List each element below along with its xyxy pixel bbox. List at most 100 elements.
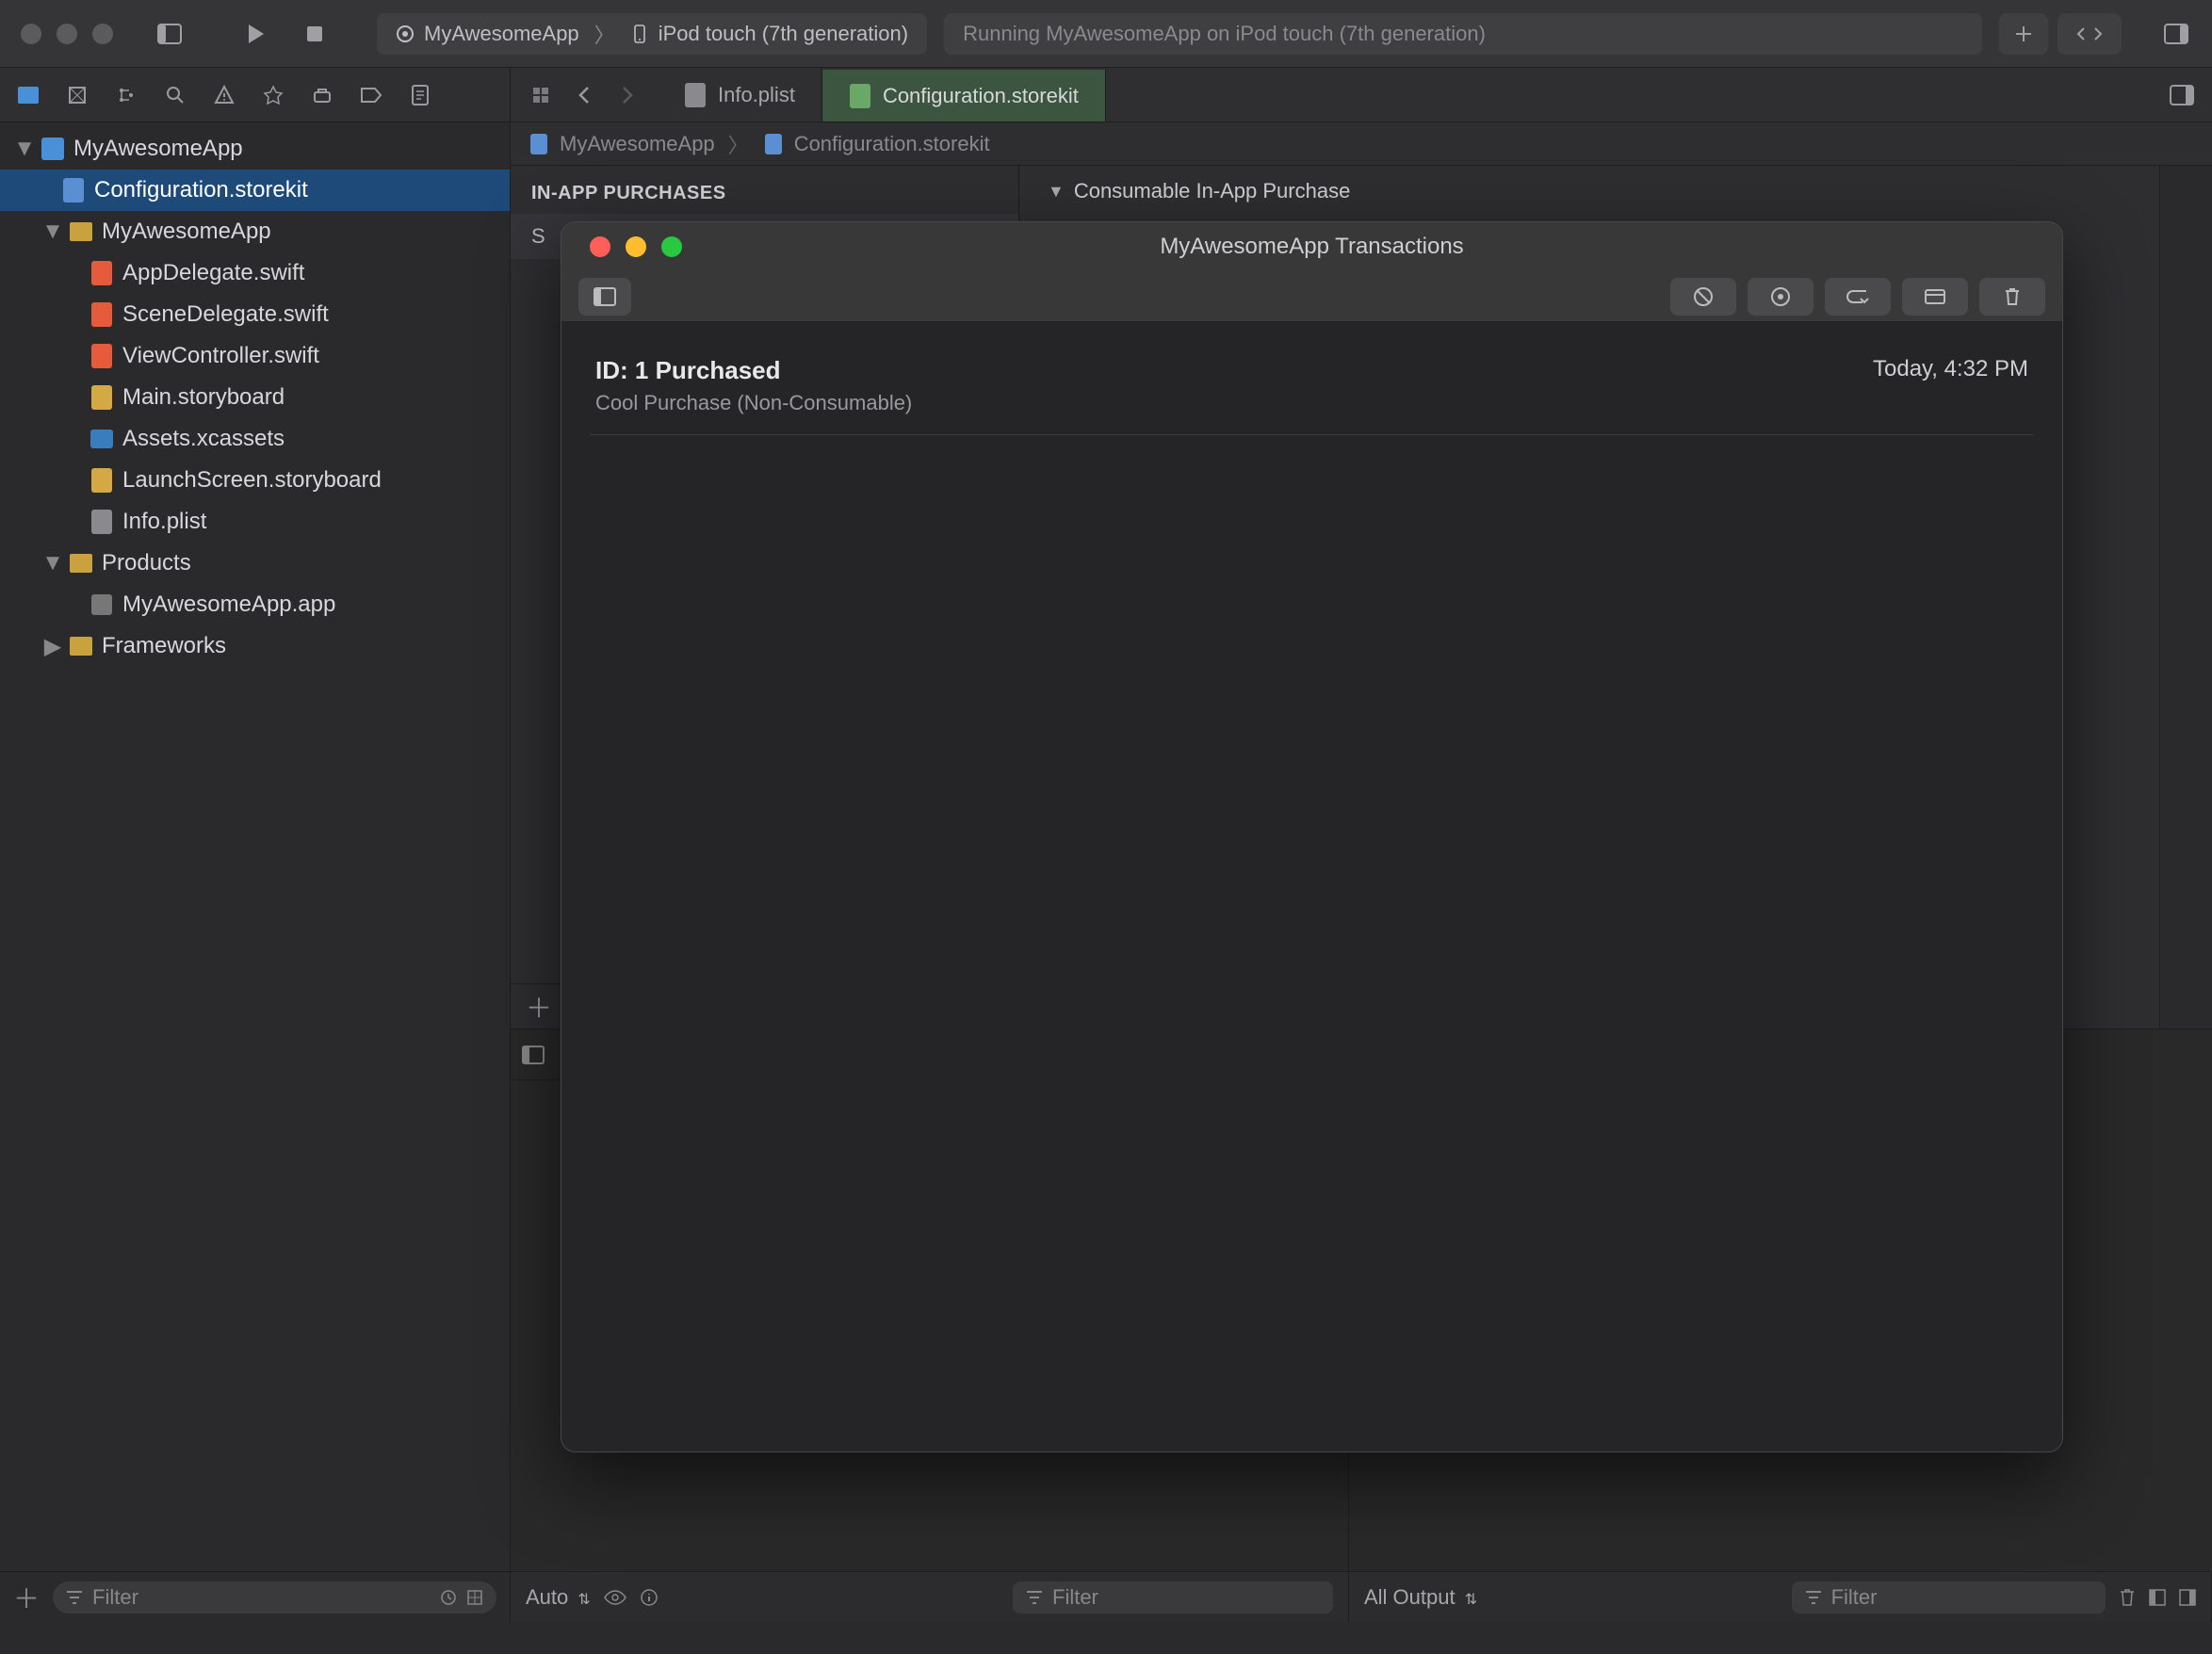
add-file-button[interactable]: ＋ — [13, 1579, 40, 1616]
folder-myawesomeapp[interactable]: ▼ MyAwesomeApp — [0, 211, 510, 252]
chevron-right-icon: 〉 — [594, 19, 615, 49]
app-target-icon — [396, 24, 415, 43]
file-item-main-storyboard[interactable]: Main.storyboard — [0, 377, 510, 418]
file-item-app-product[interactable]: MyAwesomeApp.app — [0, 584, 510, 625]
modal-close-button[interactable] — [590, 236, 610, 257]
run-button[interactable] — [232, 13, 281, 55]
scm-filter-icon[interactable] — [466, 1589, 483, 1606]
stop-button[interactable] — [290, 13, 339, 55]
file-item-configuration-storekit[interactable]: Configuration.storekit — [0, 170, 510, 211]
refund-transaction-button[interactable] — [1825, 278, 1891, 316]
console-filter-input[interactable]: Filter — [1792, 1581, 2106, 1613]
resolve-issue-button[interactable] — [1902, 278, 1968, 316]
filter-icon — [66, 1591, 83, 1604]
tab-info-plist[interactable]: Info.plist — [658, 68, 822, 122]
disclosure-triangle-icon[interactable]: ▼ — [1048, 182, 1065, 202]
file-item-launchscreen[interactable]: LaunchScreen.storyboard — [0, 460, 510, 501]
code-review-button[interactable] — [2057, 13, 2122, 55]
chevron-updown-icon: ⇅ — [577, 1592, 590, 1608]
forward-button[interactable] — [609, 76, 646, 114]
visibility-icon[interactable] — [604, 1590, 626, 1605]
source-control-navigator-icon[interactable] — [57, 74, 98, 116]
variables-filter-input[interactable]: Filter — [1013, 1581, 1333, 1613]
adjust-editor-options-button[interactable] — [2163, 76, 2201, 114]
storekit-file-icon — [765, 134, 782, 154]
jump-bar-seg-2[interactable]: Configuration.storekit — [794, 132, 990, 156]
project-navigator-tree: ▼ MyAwesomeApp Configuration.storekit ▼ … — [0, 122, 510, 1571]
clock-icon[interactable] — [440, 1589, 457, 1606]
file-item-assets[interactable]: Assets.xcassets — [0, 418, 510, 460]
add-editor-button[interactable] — [1999, 13, 2048, 55]
modal-title: MyAwesomeApp Transactions — [1160, 234, 1463, 260]
jump-bar-seg-1[interactable]: MyAwesomeApp — [560, 132, 715, 156]
back-button[interactable] — [565, 76, 603, 114]
chevron-right-icon: 〉 — [728, 129, 749, 159]
main-toolbar: MyAwesomeApp 〉 iPod touch (7th generatio… — [0, 0, 2212, 68]
related-items-button[interactable] — [522, 76, 560, 114]
folder-frameworks[interactable]: ▶ Frameworks — [0, 625, 510, 667]
file-item-appdelegate[interactable]: AppDelegate.swift — [0, 252, 510, 294]
close-window-button[interactable] — [21, 24, 41, 44]
activity-status-bar: Running MyAwesomeApp on iPod touch (7th … — [944, 13, 1982, 55]
disclosure-triangle-icon[interactable]: ▼ — [17, 141, 32, 156]
tab-label: Info.plist — [718, 83, 795, 107]
iap-section-header: IN-APP PURCHASES — [511, 175, 1018, 214]
report-navigator-icon[interactable] — [399, 74, 441, 116]
split-left-icon[interactable] — [2149, 1589, 2166, 1606]
project-root[interactable]: ▼ MyAwesomeApp — [0, 128, 510, 170]
iap-detail-header[interactable]: ▼ Consumable In-App Purchase — [1048, 179, 2131, 203]
toggle-sidebar-icon[interactable] — [522, 1046, 545, 1064]
transaction-title: ID: 1 Purchased — [595, 356, 781, 385]
scheme-device-label: iPod touch (7th generation) — [659, 22, 908, 46]
debug-navigator-icon[interactable] — [301, 74, 343, 116]
transaction-row[interactable]: ID: 1 Purchased Today, 4:32 PM Cool Purc… — [590, 339, 2034, 435]
test-navigator-icon[interactable] — [252, 74, 294, 116]
approve-transaction-button[interactable] — [1670, 278, 1736, 316]
modal-titlebar[interactable]: MyAwesomeApp Transactions — [561, 222, 2062, 271]
filter-icon — [1026, 1591, 1043, 1604]
zoom-window-button[interactable] — [92, 24, 113, 44]
toggle-inspector-button[interactable] — [2152, 13, 2201, 55]
decline-transaction-button[interactable] — [1748, 278, 1814, 316]
swift-file-icon — [91, 261, 112, 285]
status-text: Running MyAwesomeApp on iPod touch (7th … — [963, 22, 1486, 46]
inspector-area — [2159, 166, 2212, 1029]
navigator-filter-input[interactable]: Filter — [53, 1581, 496, 1613]
file-item-scenedelegate[interactable]: SceneDelegate.swift — [0, 294, 510, 335]
minimize-window-button[interactable] — [57, 24, 77, 44]
output-scope-button[interactable]: All Output ⇅ — [1364, 1585, 1477, 1610]
delete-transaction-button[interactable] — [1979, 278, 2045, 316]
find-navigator-icon[interactable] — [155, 74, 196, 116]
file-item-viewcontroller[interactable]: ViewController.swift — [0, 335, 510, 377]
modal-minimize-button[interactable] — [626, 236, 646, 257]
file-label: AppDelegate.swift — [122, 260, 304, 286]
jump-bar[interactable]: MyAwesomeApp 〉 Configuration.storekit — [511, 122, 2212, 166]
transaction-time: Today, 4:32 PM — [1873, 356, 2028, 382]
assets-icon — [90, 430, 113, 448]
project-navigator-icon[interactable] — [8, 74, 49, 116]
tab-configuration-storekit[interactable]: Configuration.storekit — [822, 68, 1106, 122]
filter-icon — [1805, 1591, 1822, 1604]
scheme-selector[interactable]: MyAwesomeApp 〉 iPod touch (7th generatio… — [377, 13, 927, 55]
filter-placeholder: Filter — [1831, 1585, 1878, 1610]
disclosure-triangle-icon[interactable]: ▼ — [45, 556, 60, 571]
file-label: Main.storyboard — [122, 384, 285, 411]
disclosure-triangle-icon[interactable]: ▼ — [45, 224, 60, 239]
modal-toggle-sidebar-button[interactable] — [578, 278, 631, 316]
auto-scope-button[interactable]: Auto ⇅ — [526, 1585, 591, 1610]
toggle-navigator-button[interactable] — [145, 13, 194, 55]
symbol-navigator-icon[interactable] — [106, 74, 147, 116]
trash-icon[interactable] — [2119, 1587, 2136, 1608]
folder-products[interactable]: ▼ Products — [0, 543, 510, 584]
modal-zoom-button[interactable] — [661, 236, 682, 257]
app-product-icon — [91, 594, 112, 615]
folder-icon — [70, 222, 92, 241]
issue-navigator-icon[interactable] — [203, 74, 245, 116]
info-icon[interactable] — [640, 1588, 659, 1607]
split-right-icon[interactable] — [2179, 1589, 2196, 1606]
breakpoint-navigator-icon[interactable] — [350, 74, 392, 116]
disclosure-triangle-icon[interactable]: ▶ — [45, 639, 60, 654]
file-item-info-plist[interactable]: Info.plist — [0, 501, 510, 543]
folder-label: Frameworks — [102, 633, 226, 659]
modal-toolbar — [561, 271, 2062, 322]
